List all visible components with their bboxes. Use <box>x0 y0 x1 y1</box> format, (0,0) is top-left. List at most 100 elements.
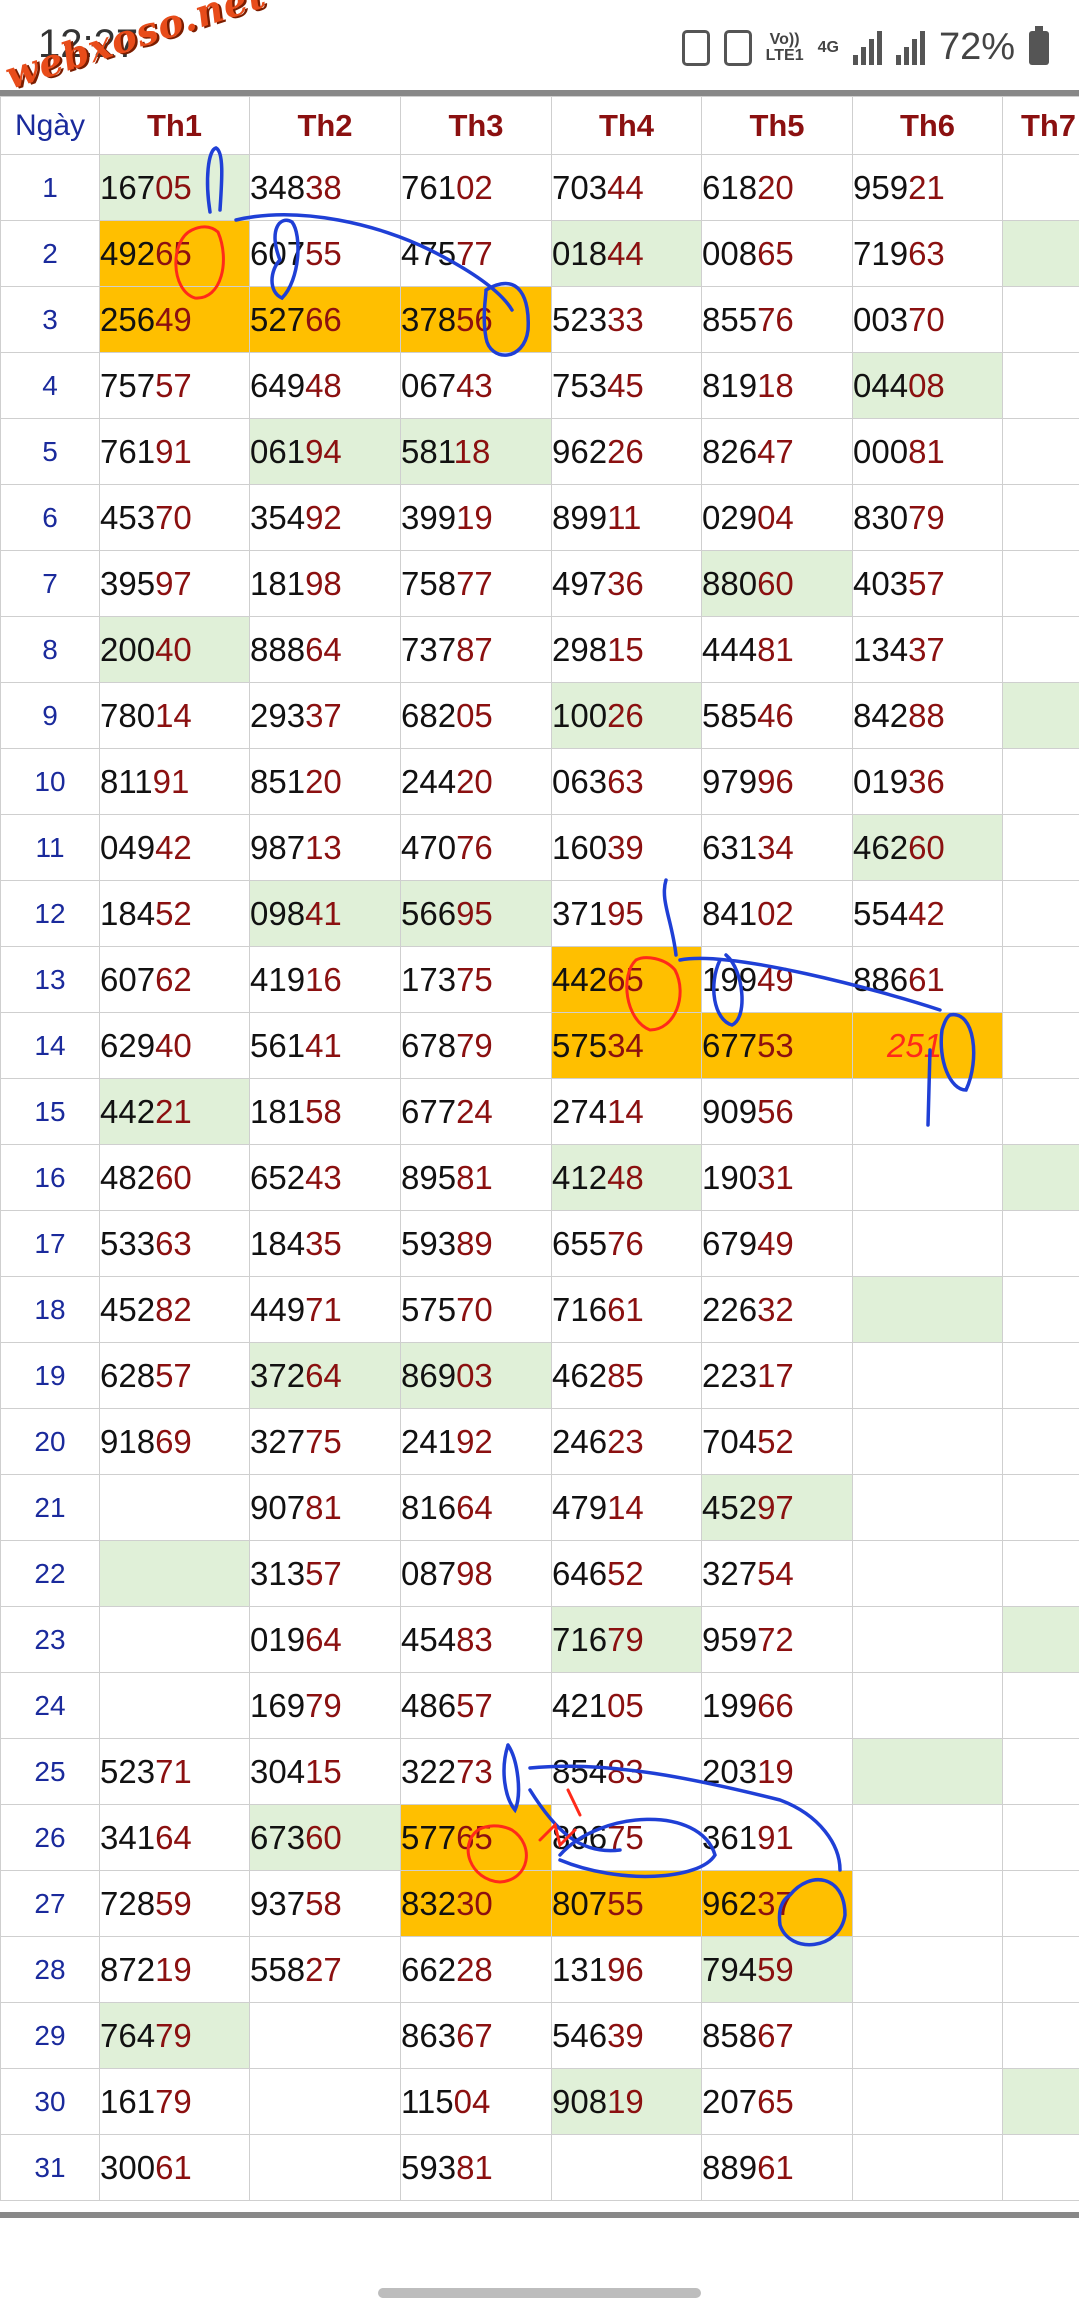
result-tail-digits: 59 <box>155 1884 192 1922</box>
result-cell: 40357 <box>852 550 1003 617</box>
result-cell: 19966 <box>701 1672 853 1739</box>
result-head-digits: 167 <box>100 168 156 206</box>
result-tail-digits: 03 <box>456 1356 493 1394</box>
result-head-digits: 832 <box>401 1884 457 1922</box>
table-row: 19 62857 37264 86903 46285 22317 <box>0 1342 1079 1409</box>
result-cell: 85120 <box>249 748 401 815</box>
result-cell <box>99 1606 250 1673</box>
result-tail-digits: 58 <box>305 1092 342 1130</box>
result-tail-digits: 40 <box>155 630 192 668</box>
result-cell: 25649 <box>99 286 250 353</box>
signal-icon <box>852 30 882 65</box>
result-cell: 251 <box>852 1012 1003 1079</box>
result-head-digits: 348 <box>250 168 306 206</box>
result-tail-digits: 81 <box>305 1488 342 1526</box>
result-head-digits: 566 <box>401 894 457 932</box>
result-cell <box>1002 352 1079 419</box>
result-cell <box>852 1276 1003 1343</box>
result-cell: 24192 <box>400 1408 552 1475</box>
result-tail-digits: 70 <box>456 1290 493 1328</box>
result-cell: 44481 <box>701 616 853 683</box>
result-cell: 49736 <box>551 550 702 617</box>
result-head-digits: 169 <box>250 1686 306 1724</box>
result-head-digits: 909 <box>702 1092 758 1130</box>
battery-percent: 72% <box>938 26 1015 68</box>
result-head-digits: 018 <box>552 234 608 272</box>
result-cell: 70452 <box>701 1408 853 1475</box>
result-head-digits: 327 <box>250 1422 306 1460</box>
result-head-digits: 728 <box>100 1884 156 1922</box>
result-tail-digits: 33 <box>607 300 644 338</box>
result-tail-digits: 57 <box>908 564 945 602</box>
result-cell: 44971 <box>249 1276 401 1343</box>
result-cell: 56695 <box>400 880 552 947</box>
result-tail-digits: 14 <box>607 1488 644 1526</box>
result-head-digits: 593 <box>401 1224 457 1262</box>
day-number: 9 <box>0 682 100 749</box>
result-tail-digits: 60 <box>155 1158 192 1196</box>
result-tail-digits: 64 <box>305 1620 342 1658</box>
result-head-digits: 304 <box>250 1752 306 1790</box>
result-tail-digits: 56 <box>757 1092 794 1130</box>
header-weekday-3: Th3 <box>400 96 552 155</box>
result-cell: 20040 <box>99 616 250 683</box>
result-head-digits: 629 <box>100 1026 156 1064</box>
result-tail-digits: 46 <box>757 696 794 734</box>
result-head-digits: 869 <box>401 1356 457 1394</box>
result-cell: 83230 <box>400 1870 552 1937</box>
result-cell <box>852 1936 1003 2003</box>
result-head-digits: 354 <box>250 498 306 536</box>
watermark-logo: webxoso.net <box>0 0 272 98</box>
result-tail-digits: 82 <box>155 1290 192 1328</box>
day-number: 31 <box>0 2134 100 2201</box>
result-tail-digits: 02 <box>456 168 493 206</box>
result-head-digits: 523 <box>552 300 608 338</box>
day-number: 8 <box>0 616 100 683</box>
result-head-digits: 298 <box>552 630 608 668</box>
result-head-digits: 371 <box>552 894 608 932</box>
result-head-digits: 677 <box>401 1092 457 1130</box>
result-tail-digits: 21 <box>155 1092 192 1130</box>
result-head-digits: 908 <box>552 2082 608 2120</box>
result-cell <box>1002 1606 1079 1673</box>
result-cell: 35492 <box>249 484 401 551</box>
result-head-digits: 854 <box>552 1752 608 1790</box>
result-cell <box>852 1342 1003 1409</box>
result-cell: 37264 <box>249 1342 401 1409</box>
result-head-digits: 527 <box>250 300 306 338</box>
result-cell <box>249 2134 401 2201</box>
table-row: 30 16179 11504 90819 20765 <box>0 2068 1079 2135</box>
result-head-digits: 044 <box>853 366 909 404</box>
result-head-digits: 200 <box>100 630 156 668</box>
result-cell: 42105 <box>551 1672 702 1739</box>
result-cell: 83079 <box>852 484 1003 551</box>
result-head-digits: 652 <box>250 1158 306 1196</box>
result-cell: 44221 <box>99 1078 250 1145</box>
result-tail-digits: 75 <box>305 1422 342 1460</box>
result-head-digits: 199 <box>702 1686 758 1724</box>
result-cell: 64652 <box>551 1540 702 1607</box>
day-number: 5 <box>0 418 100 485</box>
result-tail-digits: 54 <box>757 1554 794 1592</box>
result-tail-digits: 44 <box>607 234 644 272</box>
result-tail-digits: 42 <box>908 894 945 932</box>
result-tail-digits: 41 <box>305 1026 342 1064</box>
result-tail-digits: 34 <box>757 828 794 866</box>
result-head-digits: 830 <box>853 498 909 536</box>
result-cell: 96226 <box>551 418 702 485</box>
result-cell: 16979 <box>249 1672 401 1739</box>
result-tail-digits: 37 <box>305 696 342 734</box>
result-head-digits: 646 <box>552 1554 608 1592</box>
result-tail-digits: 88 <box>908 696 945 734</box>
result-head-digits: 207 <box>702 2082 758 2120</box>
result-cell: 87219 <box>99 1936 250 2003</box>
result-tail-digits: 57 <box>155 366 192 404</box>
day-number: 21 <box>0 1474 100 1541</box>
table-row: 13 60762 41916 17375 44265 19949 88661 <box>0 946 1079 1013</box>
gesture-nav-bar[interactable] <box>378 2288 701 2298</box>
result-tail-digits: 18 <box>453 432 491 470</box>
result-head-digits: 452 <box>702 1488 758 1526</box>
result-tail-digits: 55 <box>607 1884 644 1922</box>
result-cell: 29815 <box>551 616 702 683</box>
result-head-digits: 479 <box>552 1488 608 1526</box>
